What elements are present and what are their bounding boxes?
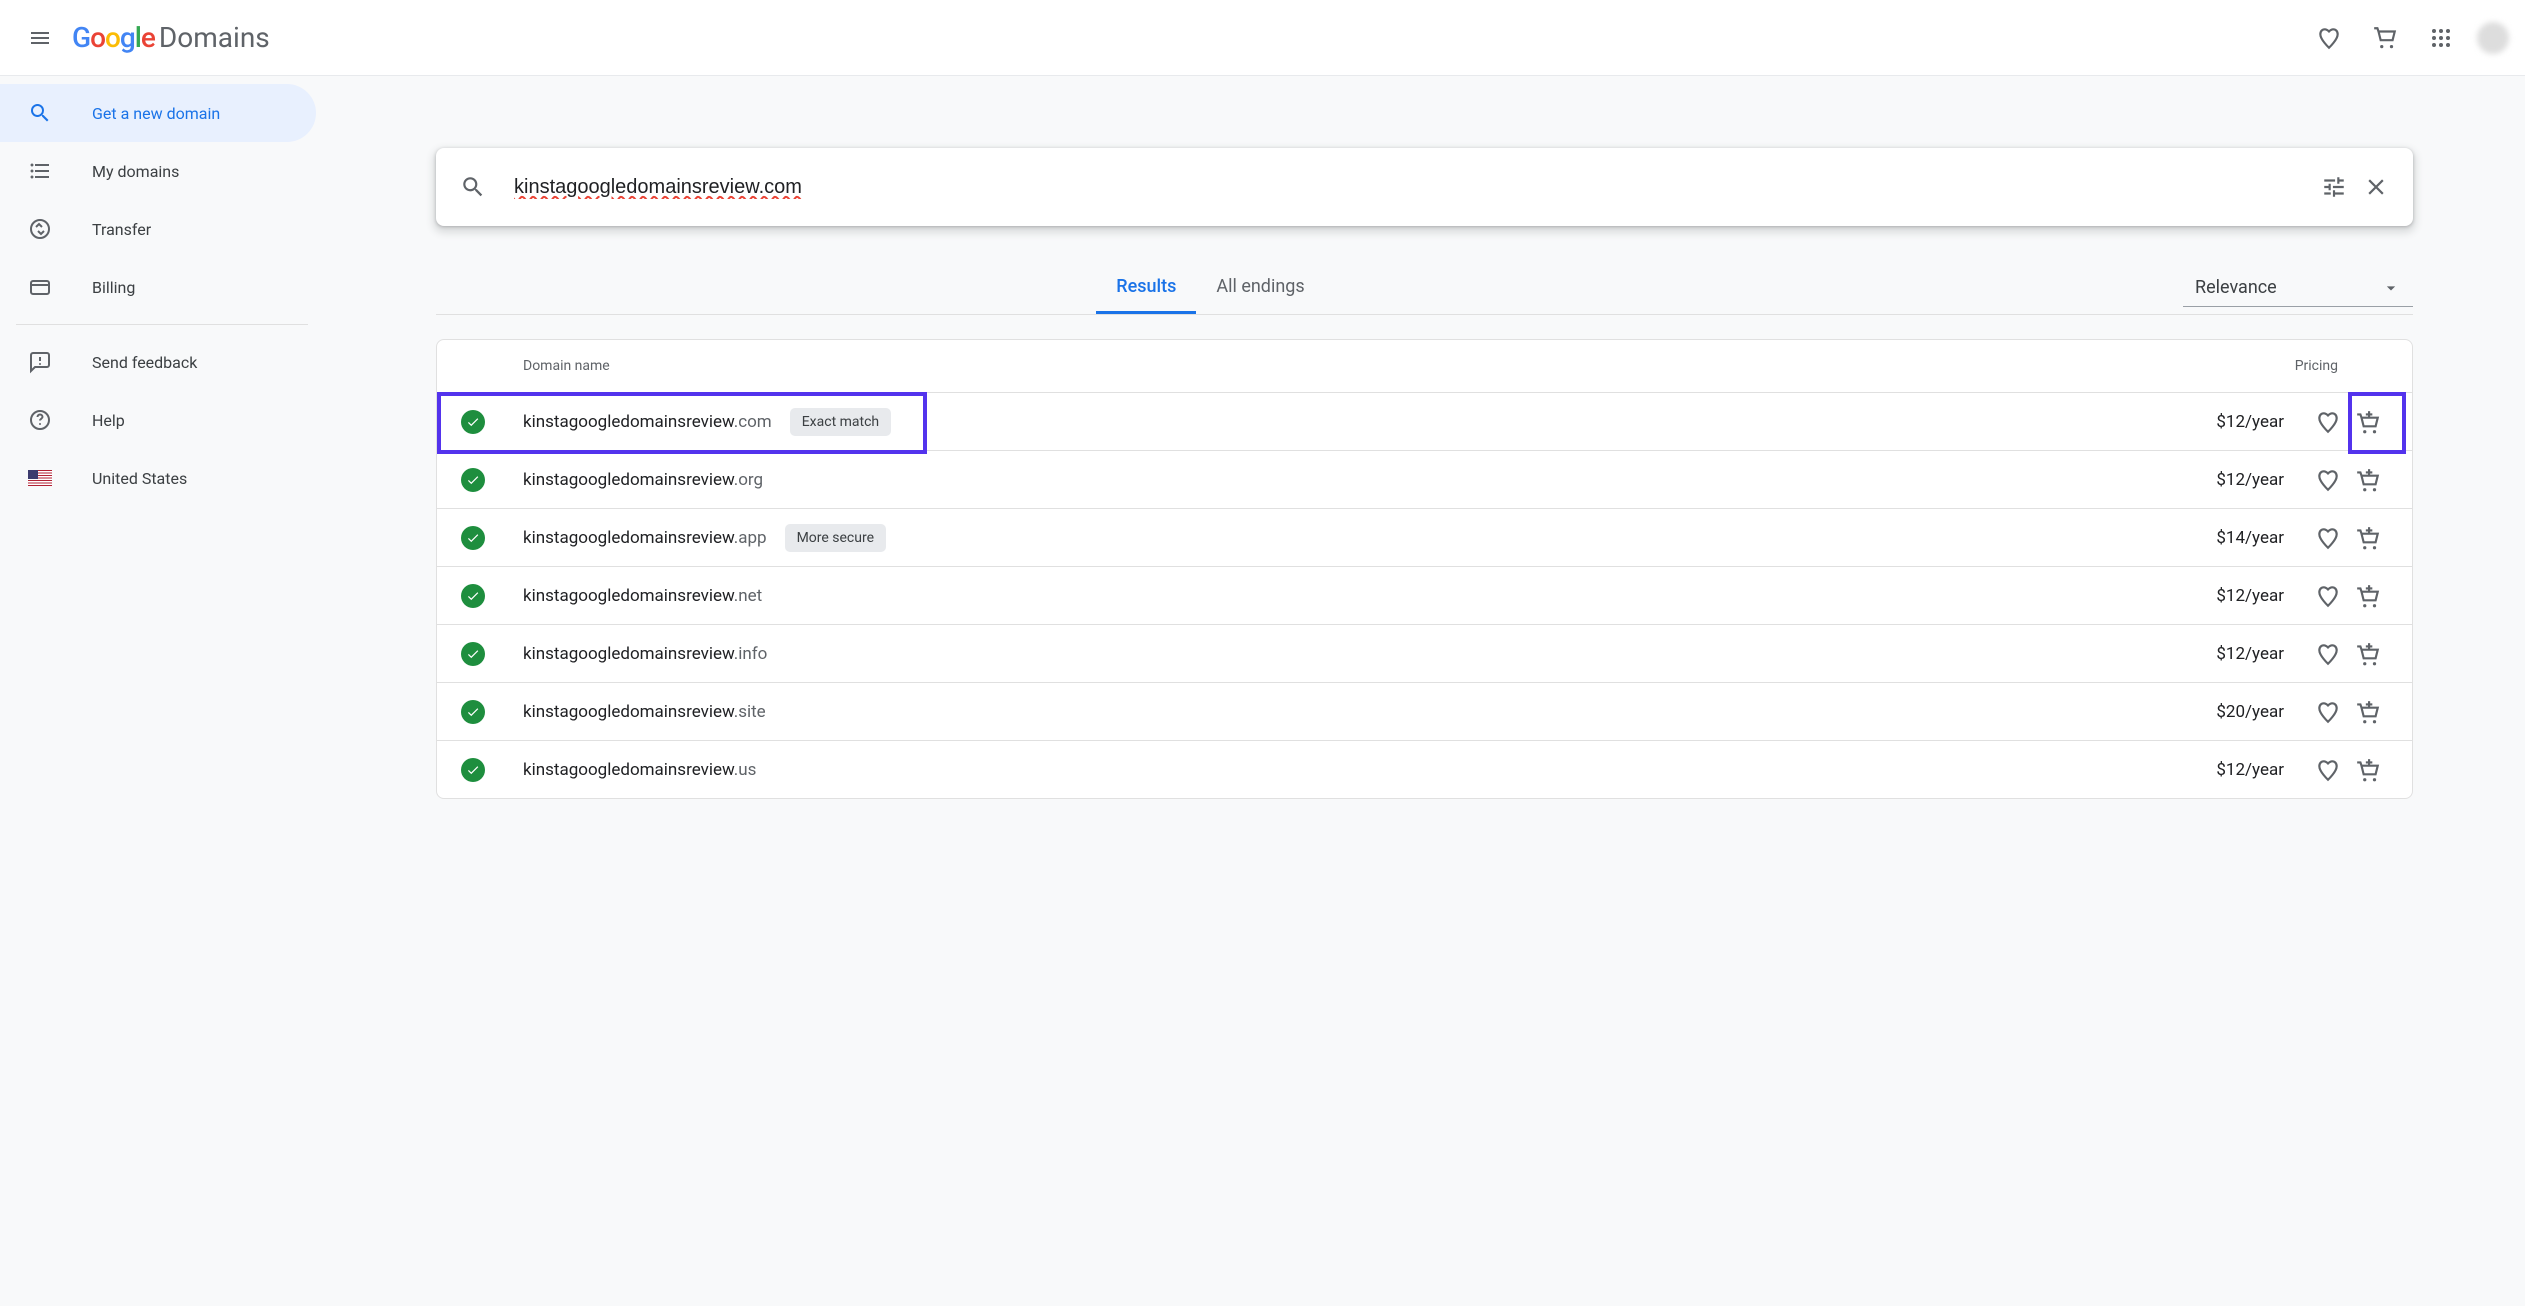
domain-price: $12/year	[2216, 412, 2284, 432]
sidebar-item-billing[interactable]: Billing	[0, 258, 316, 316]
result-row[interactable]: kinstagoogledomainsreview.site $20/year	[437, 682, 2412, 740]
search-input[interactable]	[514, 176, 2305, 199]
add-to-cart-icon[interactable]	[2348, 634, 2388, 674]
domain-name: kinstagoogledomainsreview.site	[523, 702, 766, 722]
domain-name: kinstagoogledomainsreview.us	[523, 760, 756, 780]
add-to-cart-icon[interactable]	[2348, 518, 2388, 558]
add-to-cart-icon[interactable]	[2348, 576, 2388, 616]
sidebar-item-region[interactable]: United States	[0, 449, 316, 507]
results-card: Domain name Pricing kinstagoogledomainsr…	[436, 339, 2413, 799]
result-row[interactable]: kinstagoogledomainsreview.com Exact match…	[437, 392, 2412, 450]
favorite-icon[interactable]	[2308, 692, 2348, 732]
search-card	[436, 148, 2413, 226]
check-icon	[461, 758, 485, 782]
sort-select[interactable]: Relevance	[2183, 269, 2413, 307]
avatar[interactable]	[2477, 22, 2509, 54]
sidebar-item-label: United States	[92, 469, 187, 488]
clear-icon[interactable]	[2363, 174, 2389, 200]
domain-badge: Exact match	[790, 408, 891, 436]
favorite-icon[interactable]	[2308, 460, 2348, 500]
search-icon	[460, 174, 486, 200]
help-icon	[28, 408, 52, 432]
add-to-cart-icon[interactable]	[2348, 460, 2388, 500]
check-icon	[461, 410, 485, 434]
check-icon	[461, 642, 485, 666]
favorite-icon[interactable]	[2308, 518, 2348, 558]
domain-price: $20/year	[2216, 702, 2284, 722]
favorite-icon[interactable]	[2308, 576, 2348, 616]
result-row[interactable]: kinstagoogledomainsreview.org $12/year	[437, 450, 2412, 508]
sidebar: Get a new domain My domains Transfer Bil…	[0, 76, 324, 1306]
menu-icon[interactable]	[16, 14, 64, 62]
check-icon	[461, 584, 485, 608]
favorites-icon[interactable]	[2305, 14, 2353, 62]
tab-results[interactable]: Results	[1096, 262, 1196, 314]
check-icon	[461, 468, 485, 492]
domain-price: $12/year	[2216, 760, 2284, 780]
results-header: Domain name Pricing	[437, 340, 2412, 392]
flag-icon	[28, 466, 52, 490]
tabs-row: Results All endings Relevance	[436, 262, 2413, 315]
domain-name: kinstagoogledomainsreview.info	[523, 644, 767, 664]
chevron-down-icon	[2381, 278, 2401, 298]
sidebar-item-label: My domains	[92, 162, 179, 181]
sidebar-item-label: Transfer	[92, 220, 151, 239]
domain-price: $12/year	[2216, 644, 2284, 664]
sidebar-item-help[interactable]: Help	[0, 391, 316, 449]
sidebar-item-label: Get a new domain	[92, 104, 220, 123]
sidebar-item-transfer[interactable]: Transfer	[0, 200, 316, 258]
search-icon	[28, 101, 52, 125]
sidebar-item-feedback[interactable]: Send feedback	[0, 333, 316, 391]
domain-price: $14/year	[2216, 528, 2284, 548]
card-icon	[28, 275, 52, 299]
list-icon	[28, 159, 52, 183]
domain-price: $12/year	[2216, 470, 2284, 490]
check-icon	[461, 700, 485, 724]
main-content: Results All endings Relevance Domain nam…	[324, 76, 2525, 1306]
result-row[interactable]: kinstagoogledomainsreview.info $12/year	[437, 624, 2412, 682]
apps-icon[interactable]	[2417, 14, 2465, 62]
domain-name: kinstagoogledomainsreview.com	[523, 412, 772, 432]
result-row[interactable]: kinstagoogledomainsreview.app More secure…	[437, 508, 2412, 566]
product-name: Domains	[159, 21, 270, 54]
domain-name: kinstagoogledomainsreview.app	[523, 528, 767, 548]
column-domain-name: Domain name	[461, 358, 2188, 374]
add-to-cart-icon[interactable]	[2348, 692, 2388, 732]
result-row[interactable]: kinstagoogledomainsreview.net $12/year	[437, 566, 2412, 624]
add-to-cart-icon[interactable]	[2348, 750, 2388, 790]
tab-all-endings[interactable]: All endings	[1196, 262, 1324, 314]
add-to-cart-icon[interactable]	[2348, 402, 2388, 442]
sort-value: Relevance	[2195, 277, 2277, 298]
domain-price: $12/year	[2216, 586, 2284, 606]
sidebar-item-my-domains[interactable]: My domains	[0, 142, 316, 200]
transfer-icon	[28, 217, 52, 241]
logo[interactable]: Google Domains	[72, 21, 270, 54]
sidebar-item-label: Help	[92, 411, 125, 430]
domain-name: kinstagoogledomainsreview.net	[523, 586, 762, 606]
result-row[interactable]: kinstagoogledomainsreview.us $12/year	[437, 740, 2412, 798]
favorite-icon[interactable]	[2308, 750, 2348, 790]
app-header: Google Domains	[0, 0, 2525, 76]
domain-badge: More secure	[785, 524, 886, 552]
check-icon	[461, 526, 485, 550]
cart-icon[interactable]	[2361, 14, 2409, 62]
sidebar-item-label: Send feedback	[92, 353, 197, 372]
sidebar-item-label: Billing	[92, 278, 135, 297]
sidebar-item-get-domain[interactable]: Get a new domain	[0, 84, 316, 142]
feedback-icon	[28, 350, 52, 374]
tune-icon[interactable]	[2321, 174, 2347, 200]
favorite-icon[interactable]	[2308, 402, 2348, 442]
column-pricing: Pricing	[2188, 358, 2388, 374]
favorite-icon[interactable]	[2308, 634, 2348, 674]
domain-name: kinstagoogledomainsreview.org	[523, 470, 763, 490]
